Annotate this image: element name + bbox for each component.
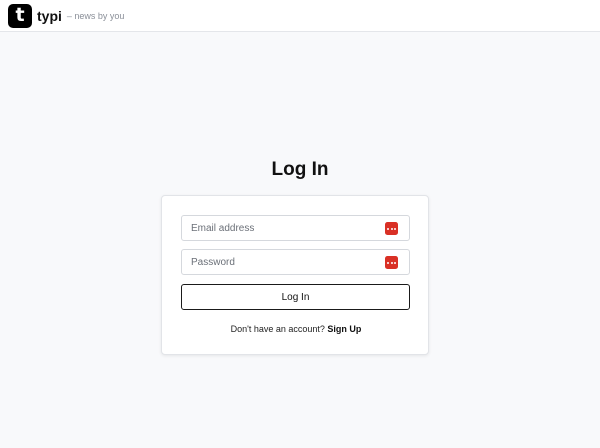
dot-icon [394,261,396,264]
page-title: Log In [271,159,329,180]
password-manager-icon[interactable] [385,256,398,269]
dot-icon [390,261,393,264]
dot-icon [387,227,389,230]
signup-link[interactable]: Sign Up [327,324,361,334]
login-card: Log In Don't have an account? Sign Up [161,195,429,355]
password-manager-icon[interactable] [385,222,398,235]
dot-icon [394,227,396,230]
brand-name[interactable]: typi [37,8,62,24]
typi-logo[interactable]: t [8,3,32,28]
dot-icon [387,261,389,264]
brand-tagline: – news by you [66,10,125,21]
signup-prompt: Don't have an account? Sign Up [162,324,430,334]
password-input[interactable] [191,256,381,268]
password-field-wrapper[interactable] [181,249,410,275]
signup-prompt-text: Don't have an account? [230,324,325,334]
email-field-wrapper[interactable] [181,215,410,241]
dot-icon [390,227,393,230]
top-navigation-bar: t typi – news by you [0,0,600,32]
email-input[interactable] [191,222,381,234]
login-button[interactable]: Log In [181,284,410,310]
